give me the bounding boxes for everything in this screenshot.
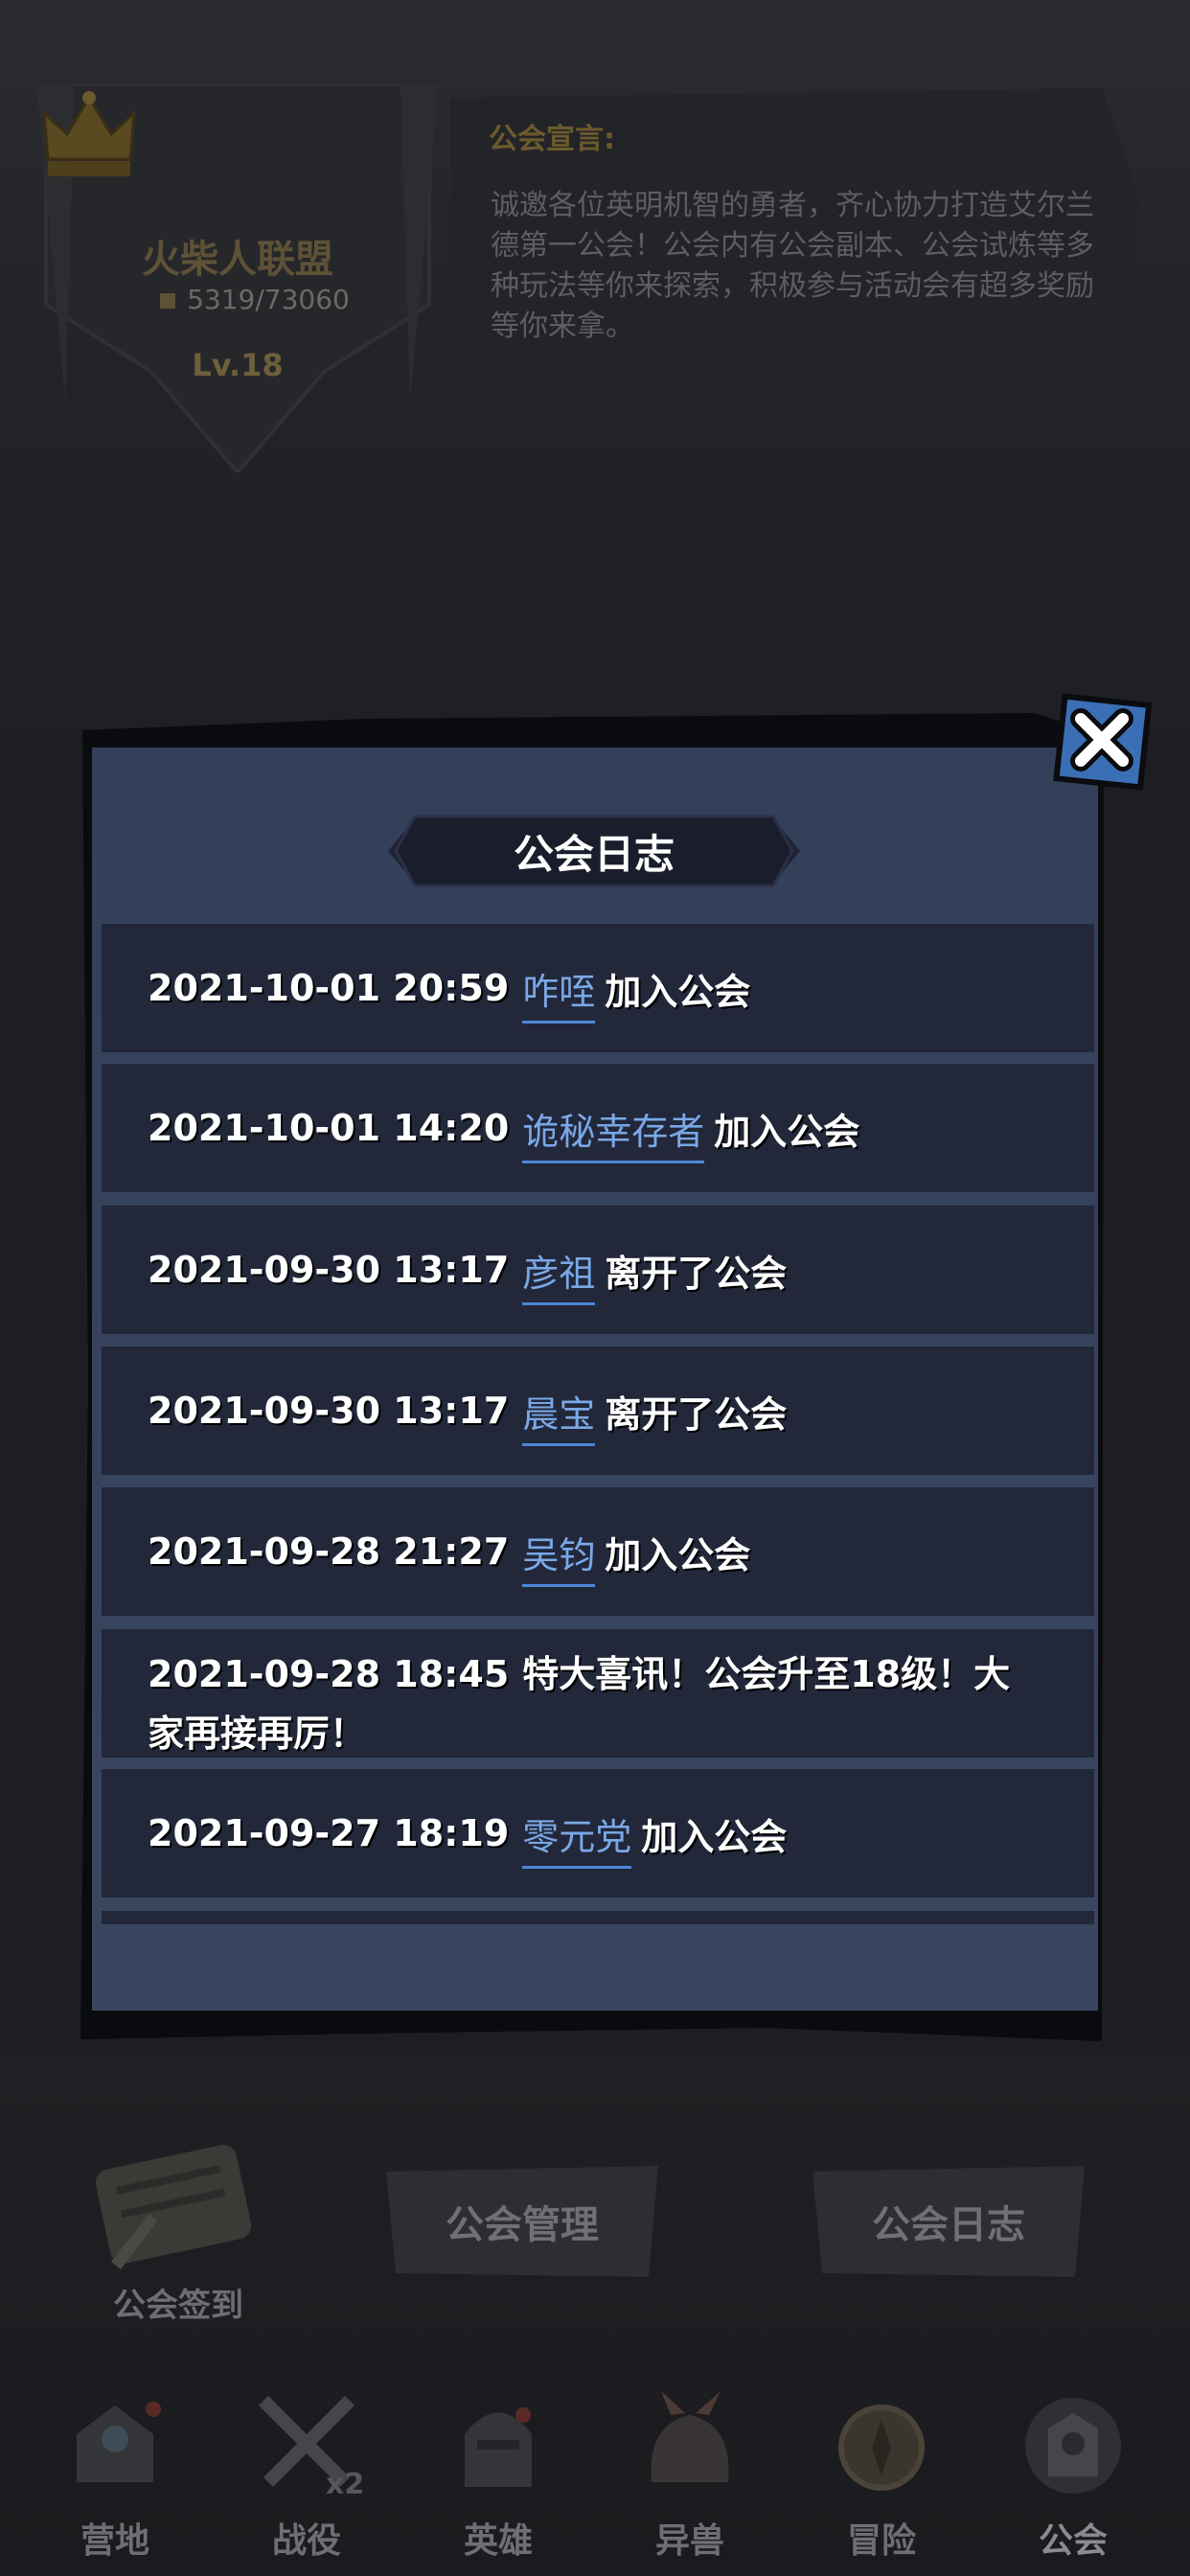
manage-label: 公会管理 [446, 2203, 599, 2247]
log-time: 2021-09-30 13:17 [148, 1390, 510, 1432]
exp-icon [160, 293, 176, 309]
log-time: 2021-10-01 20:59 [148, 967, 510, 1009]
nav-item-adventure[interactable]: 冒险 [786, 2367, 977, 2576]
declaration-title: 公会宣言: [489, 123, 615, 156]
nav-item-hero[interactable]: 英雄 [402, 2367, 594, 2576]
declaration-text: 诚邀各位英明机智的勇者，齐心协力打造艾尔兰德第一公会！公会内有公会副本、公会试炼… [491, 189, 1094, 343]
log-time: 2021-10-01 14:20 [148, 1107, 510, 1149]
guild-exp-value: 5319/73060 [187, 284, 350, 315]
nav-item-beast[interactable]: 异兽 [594, 2367, 786, 2576]
announcement-line-2: 家再接再厉！ [148, 1713, 367, 1755]
nav-label-beast: 异兽 [654, 2521, 724, 2561]
guild-name: 火柴人联盟 [142, 238, 333, 282]
log-time: 2021-09-28 18:45 [148, 1653, 510, 1695]
log-time: 2021-09-30 13:17 [148, 1249, 510, 1291]
crown-icon [42, 91, 136, 176]
hero-helmet-icon [465, 2407, 532, 2487]
announcement-line-1: 特大喜讯！公会升至18级！大 [522, 1653, 1011, 1695]
nav-item-battle[interactable]: x2 战役 [211, 2367, 402, 2576]
announcement-text: 2021-09-28 18:45 特大喜讯！公会升至18级！大 家再接再厉！ [148, 1644, 1010, 1763]
log-entry-announcement: 2021-09-28 18:45 特大喜讯！公会升至18级！大 家再接再厉！ [102, 1629, 1094, 1758]
nav-label-battle: 战役 [271, 2521, 341, 2561]
log-action: 加入公会 [605, 970, 751, 1013]
guild-sign-in-button[interactable]: 公会签到 [82, 2118, 274, 2329]
member-name-link[interactable]: 零元党 [522, 1807, 632, 1869]
log-time: 2021-09-28 21:27 [148, 1530, 510, 1573]
guild-banner: 火柴人联盟 5319/73060 Lv.18 [36, 84, 439, 472]
member-name-link[interactable]: 诡秘幸存者 [522, 1102, 705, 1163]
log-label: 公会日志 [872, 2203, 1025, 2247]
guild-manage-button[interactable]: 公会管理 [378, 2162, 666, 2281]
log-action: 加入公会 [605, 1533, 751, 1576]
nav-label-adventure: 冒险 [846, 2521, 916, 2561]
log-entry: 2021-10-01 14:20 诡秘幸存者 加入公会 [102, 1064, 1094, 1192]
svg-text:x2: x2 [326, 2468, 364, 2501]
log-time: 2021-09-27 18:19 [148, 1812, 510, 1854]
close-x-icon[interactable] [1044, 682, 1159, 797]
nav-label-guild: 公会 [1038, 2521, 1108, 2561]
member-name-link[interactable]: 晨宝 [522, 1385, 596, 1446]
member-name-link[interactable]: 咋咥 [522, 962, 596, 1024]
log-action: 离开了公会 [605, 1392, 788, 1436]
guild-icon [1025, 2398, 1121, 2494]
battle-swords-icon: x2 [259, 2396, 364, 2501]
beast-icon [651, 2391, 729, 2482]
log-action: 离开了公会 [605, 1252, 788, 1295]
log-entry: 2021-09-28 21:27 吴钧 加入公会 [102, 1487, 1094, 1616]
nav-item-guild[interactable]: 公会 [977, 2367, 1169, 2576]
log-entry: 2021-09-27 18:19 零元党 加入公会 [102, 1769, 1094, 1898]
nav-label-hero: 英雄 [463, 2521, 533, 2561]
log-action: 加入公会 [714, 1110, 860, 1153]
member-name-link[interactable]: 吴钧 [522, 1526, 596, 1587]
member-name-link[interactable]: 彦祖 [522, 1244, 596, 1305]
guild-exp: 5319/73060 [111, 284, 399, 315]
nav-item-camp[interactable]: 营地 [19, 2367, 211, 2576]
nav-label-camp: 营地 [80, 2521, 149, 2561]
log-entry: 2021-10-01 20:59 咋咥 加入公会 [102, 924, 1094, 1052]
guild-log-button[interactable]: 公会日志 [805, 2162, 1092, 2281]
log-entry: 2021-09-30 13:17 彦祖 离开了公会 [102, 1206, 1094, 1334]
guild-level: Lv.18 [192, 347, 284, 383]
log-action: 加入公会 [641, 1815, 788, 1858]
log-entry-partial [102, 1911, 1094, 1924]
log-entry: 2021-09-30 13:17 晨宝 离开了公会 [102, 1346, 1094, 1475]
scroll-quill-icon [95, 2145, 252, 2269]
bottom-nav: 营地 x2 战役 英雄 异兽 冒险 公会 [0, 2367, 1190, 2576]
camp-icon [77, 2402, 161, 2482]
modal-title: 公会日志 [513, 830, 675, 878]
adventure-compass-icon [838, 2404, 925, 2491]
sign-in-label: 公会签到 [113, 2287, 243, 2325]
guild-declaration: 公会宣言: 诚邀各位英明机智的勇者，齐心协力打造艾尔兰德第一公会！公会内有公会副… [450, 88, 1140, 362]
